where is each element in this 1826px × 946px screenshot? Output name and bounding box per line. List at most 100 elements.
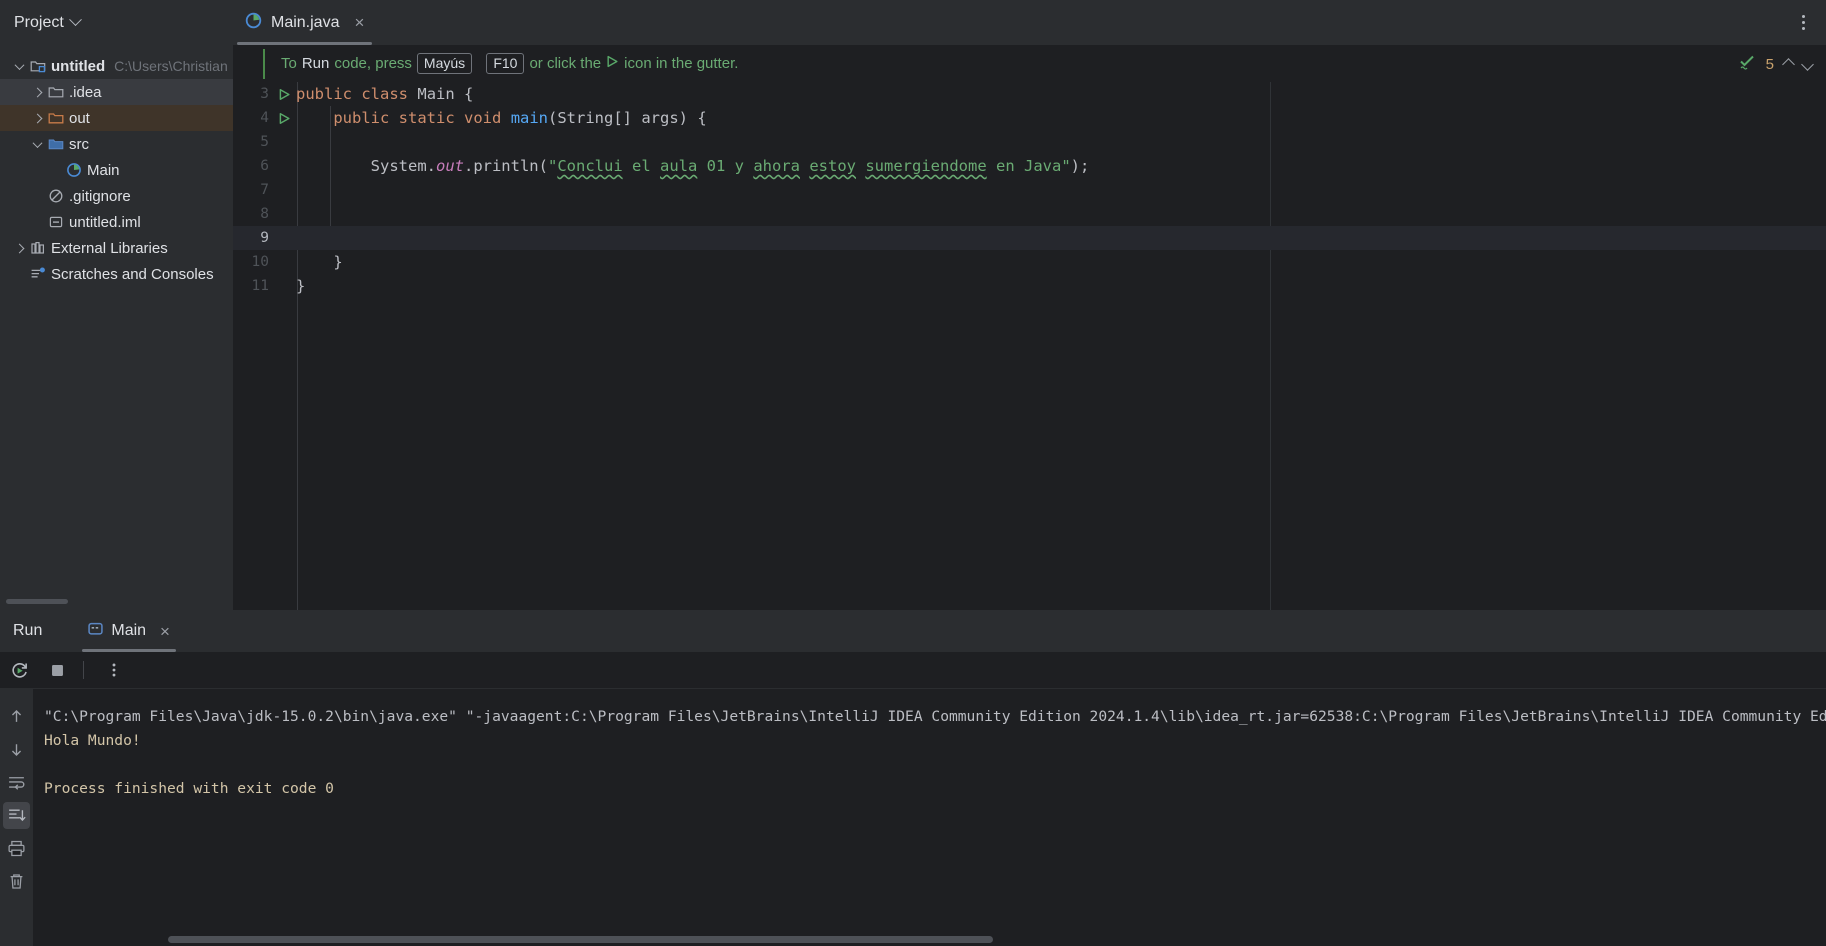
tree-node-label: untitled — [51, 57, 106, 75]
run-gutter-icon-inline — [606, 55, 619, 72]
tree-node-scratches-and-consoles[interactable]: Scratches and Consoles — [0, 261, 233, 287]
line-number: 10 — [251, 254, 269, 270]
code-area[interactable]: 3 public class Main {4 public static void… — [233, 82, 1826, 610]
libraries-icon — [28, 240, 48, 256]
code-line[interactable]: 3 public class Main { — [233, 82, 1826, 106]
code-line[interactable]: 5 — [233, 130, 1826, 154]
editor-tab-main-java[interactable]: Main.java × — [233, 0, 376, 45]
gitignore-icon — [46, 188, 66, 204]
print-button[interactable] — [3, 835, 30, 862]
stop-button[interactable] — [42, 655, 72, 685]
code-line[interactable]: 10 } — [233, 250, 1826, 274]
close-icon[interactable]: × — [354, 14, 364, 31]
scroll-down-button[interactable] — [3, 736, 30, 763]
run-tab-main[interactable]: Main × — [82, 610, 176, 652]
line-number: 4 — [260, 110, 269, 126]
java-class-icon — [245, 12, 262, 34]
top-bar: Project Main.java × — [0, 0, 1826, 45]
code-editor: To Run code, press Mayús F10 or click th… — [233, 45, 1826, 610]
line-number: 11 — [251, 278, 269, 294]
console-line: Process finished with exit code 0 — [44, 780, 334, 797]
run-toolbar — [0, 652, 1826, 689]
chevron-up-icon[interactable] — [1782, 58, 1795, 71]
chevron-down-icon[interactable] — [28, 137, 46, 148]
line-number: 6 — [260, 158, 269, 174]
tree-node-label: out — [69, 109, 90, 127]
sidebar-horizontal-scrollbar[interactable] — [6, 599, 68, 604]
tree-node-out[interactable]: out — [0, 105, 233, 131]
line-number: 3 — [260, 86, 269, 102]
chevron-right-icon[interactable] — [28, 113, 46, 123]
tree-node-idea[interactable]: .idea — [0, 79, 233, 105]
project-tree: untitled C:\Users\Christian .idea out src Mai… — [0, 45, 233, 287]
console-horizontal-scrollbar[interactable] — [168, 936, 993, 943]
editor-tabstrip: Main.java × — [233, 0, 376, 45]
code-line[interactable]: 11} — [233, 274, 1826, 298]
code-text: } — [333, 253, 343, 271]
banner-run-word: Run — [301, 55, 330, 72]
editor-tab-label: Main.java — [271, 13, 340, 31]
banner-text-part-2: code, press — [334, 55, 412, 72]
banner-text-part-4: icon in the gutter. — [624, 55, 739, 72]
project-dropdown[interactable]: Project — [14, 13, 82, 32]
run-tab-label: Main — [111, 622, 147, 639]
line-number: 7 — [260, 182, 269, 198]
console-lines: "C:\Program Files\Java\jdk-15.0.2\bin\ja… — [44, 705, 1826, 801]
banner-accent-bar — [263, 49, 265, 79]
code-line[interactable]: 8 — [233, 202, 1826, 226]
run-gutter-icon[interactable] — [272, 112, 296, 125]
scroll-to-end-button[interactable] — [3, 802, 30, 829]
folder-source-icon — [46, 136, 66, 152]
console-output[interactable]: "C:\Program Files\Java\jdk-15.0.2\bin\ja… — [33, 689, 1826, 946]
chevron-right-icon[interactable] — [28, 87, 46, 97]
project-tool-window: untitled C:\Users\Christian .idea out src Mai… — [0, 45, 233, 610]
code-text: public static void main(String[] args) { — [333, 109, 707, 127]
code-line[interactable]: 4 public static void main(String[] args)… — [233, 106, 1826, 130]
line-number: 5 — [260, 134, 269, 150]
intellij-idea-window: Project Main.java × untitled C:\Users\Chr… — [0, 0, 1826, 946]
tree-node-label: untitled.iml — [69, 213, 141, 231]
tree-node-external-libraries[interactable]: External Libraries — [0, 235, 233, 261]
chevron-down-icon — [68, 13, 82, 27]
tree-node-untitled[interactable]: untitled C:\Users\Christian — [0, 53, 233, 79]
run-tool-window: Run Main × "C:\Program Files\Java\jdk-15… — [0, 610, 1826, 946]
scroll-up-button[interactable] — [3, 703, 30, 730]
folder-icon — [46, 84, 66, 100]
code-text: } — [296, 277, 306, 295]
chevron-down-icon[interactable] — [10, 59, 28, 70]
close-icon[interactable]: × — [160, 623, 170, 640]
project-dropdown-label: Project — [14, 13, 64, 31]
tree-node-gitignore[interactable]: .gitignore — [0, 183, 233, 209]
key-chip-mayus: Mayús — [416, 52, 473, 75]
run-more-button[interactable] — [99, 655, 129, 685]
console-icon — [88, 621, 104, 641]
tree-node-untitled-iml[interactable]: untitled.iml — [0, 209, 233, 235]
banner-text-part-3: or click the — [529, 55, 602, 72]
tree-node-main[interactable]: Main — [0, 157, 233, 183]
chevron-right-icon[interactable] — [10, 243, 28, 253]
rerun-button[interactable] — [4, 655, 34, 685]
run-gutter-icon[interactable] — [272, 88, 296, 101]
main-menu-more-icon[interactable] — [1792, 11, 1814, 33]
console-side-toolbar — [0, 689, 33, 946]
tree-node-path-hint: C:\Users\Christian — [114, 58, 228, 74]
tree-node-label: .gitignore — [69, 187, 131, 205]
code-line[interactable]: 6 System.out.println("Conclui el aula 01… — [233, 154, 1826, 178]
console-line: Hola Mundo! — [44, 732, 141, 749]
tree-node-label: External Libraries — [51, 239, 168, 257]
inspection-widget[interactable]: 5 — [1738, 53, 1814, 76]
trash-icon[interactable] — [3, 868, 30, 895]
iml-file-icon — [46, 214, 66, 230]
tree-node-src[interactable]: src — [0, 131, 233, 157]
tree-node-label: Scratches and Consoles — [51, 265, 214, 283]
java-class-icon — [64, 162, 84, 178]
code-line[interactable]: 7 — [233, 178, 1826, 202]
project-module-icon — [28, 58, 48, 74]
key-chip-f10: F10 — [486, 52, 525, 75]
run-hint-banner: To Run code, press Mayús F10 or click th… — [233, 45, 1826, 82]
chevron-down-icon[interactable] — [1801, 58, 1814, 71]
inspection-count: 5 — [1765, 56, 1774, 73]
code-line[interactable]: 9 — [233, 226, 1826, 250]
soft-wrap-button[interactable] — [3, 769, 30, 796]
